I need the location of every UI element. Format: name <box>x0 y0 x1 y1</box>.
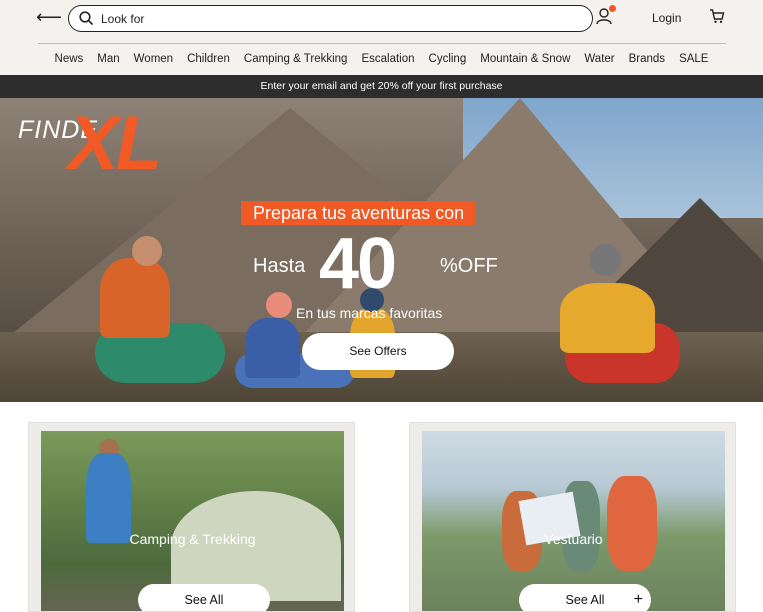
hiker-shape <box>86 453 131 543</box>
nav-water[interactable]: Water <box>577 53 621 65</box>
see-all-label: See All <box>565 593 605 607</box>
hero-hasta: Hasta <box>253 255 306 277</box>
hero-camper-head <box>132 236 162 266</box>
hero-discount-number: 40 <box>319 224 397 304</box>
hero-subtitle: En tus marcas favoritas <box>296 305 443 321</box>
nav-news[interactable]: News <box>48 53 91 65</box>
hero-discount-suffix: %OFF <box>440 255 498 277</box>
category-label: Camping & Trekking <box>129 531 256 547</box>
nav-mountain-snow[interactable]: Mountain & Snow <box>473 53 577 65</box>
hero-camper-head <box>590 244 622 276</box>
shopping-cart-icon[interactable] <box>709 8 725 24</box>
nav-man[interactable]: Man <box>90 53 126 65</box>
hero-camper <box>560 283 655 353</box>
person-shape <box>607 476 657 571</box>
nav-children[interactable]: Children <box>180 53 237 65</box>
hero-banner[interactable]: FINDE XL Prepara tus aventuras con Hasta… <box>0 98 763 402</box>
nav-camping-trekking[interactable]: Camping & Trekking <box>237 53 355 65</box>
nav-women[interactable]: Women <box>127 53 180 65</box>
category-card-clothing[interactable]: Vestuario See All + <box>409 422 736 612</box>
category-image: Vestuario See All + <box>422 431 725 611</box>
search-input[interactable] <box>101 11 581 26</box>
hero-tagline: Prepara tus aventuras con <box>241 201 477 225</box>
category-label: Vestuario <box>544 531 603 547</box>
hero-camper <box>245 318 300 378</box>
see-all-button[interactable]: See All <box>138 584 270 611</box>
see-all-button[interactable]: See All + <box>519 584 651 611</box>
category-image: Camping & Trekking See All <box>41 431 344 611</box>
nav-escalation[interactable]: Escalation <box>354 53 421 65</box>
search-icon[interactable] <box>75 8 97 30</box>
main-nav: News Man Women Children Camping & Trekki… <box>0 53 763 65</box>
promo-banner[interactable]: Enter your email and get 20% off your fi… <box>0 75 763 98</box>
plus-icon: + <box>633 591 643 608</box>
search-bar[interactable] <box>68 5 593 32</box>
see-offers-button[interactable]: See Offers <box>302 333 454 370</box>
nav-sale[interactable]: SALE <box>672 53 715 65</box>
logo-xl-text: XL <box>68 101 162 186</box>
hero-camper-head <box>266 292 292 318</box>
user-account-icon[interactable] <box>596 5 616 27</box>
hero-camper <box>100 258 170 338</box>
login-link[interactable]: Login <box>652 11 681 25</box>
category-card-camping[interactable]: Camping & Trekking See All <box>28 422 355 612</box>
nav-cycling[interactable]: Cycling <box>422 53 474 65</box>
notification-dot <box>609 5 616 12</box>
site-header: ⟵ Login News Man Women Children Camping … <box>0 0 763 75</box>
header-divider <box>38 43 726 44</box>
nav-brands[interactable]: Brands <box>622 53 672 65</box>
back-arrow-icon[interactable]: ⟵ <box>36 8 62 28</box>
